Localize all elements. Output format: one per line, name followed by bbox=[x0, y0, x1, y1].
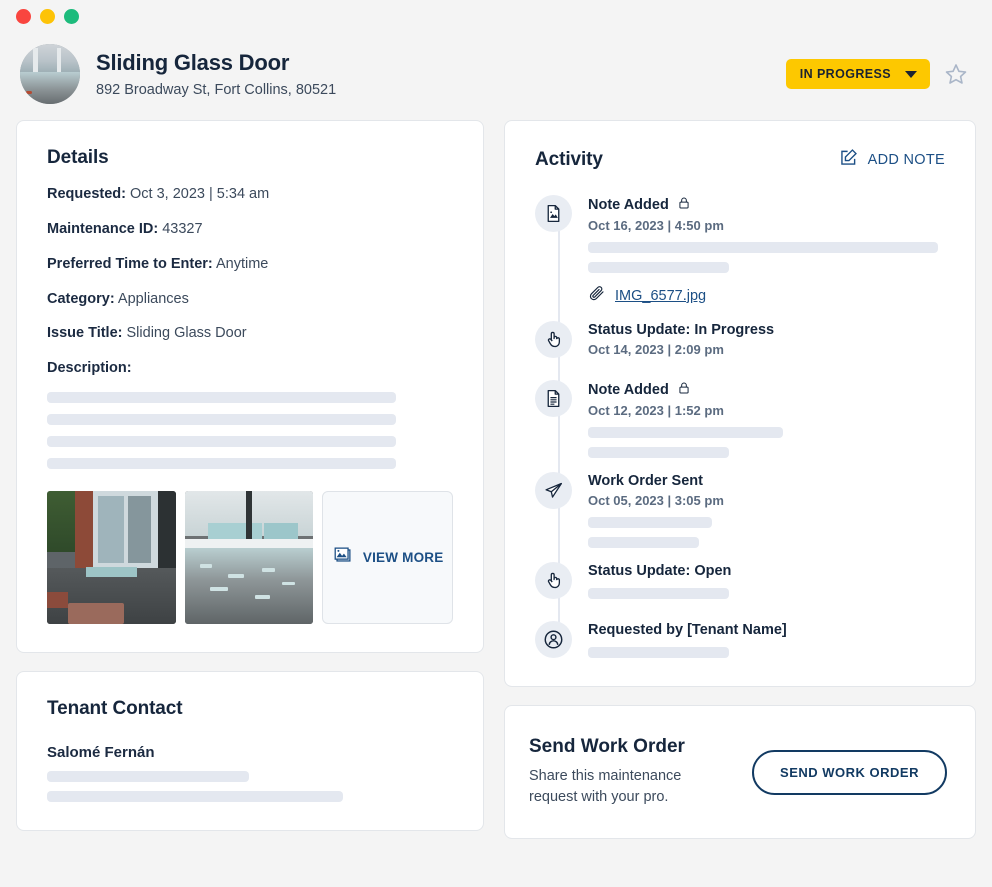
status-dropdown[interactable]: IN PROGRESS bbox=[786, 59, 930, 89]
details-heading: Details bbox=[47, 147, 453, 169]
main-content: Details Requested: Oct 3, 2023 | 5:34 am… bbox=[0, 120, 992, 839]
activity-item: Status Update: Open bbox=[535, 562, 945, 599]
activity-item-body: Requested by [Tenant Name] bbox=[588, 621, 945, 658]
activity-card: Activity ADD NOTE bbox=[504, 120, 976, 687]
details-card: Details Requested: Oct 3, 2023 | 5:34 am… bbox=[16, 120, 484, 653]
view-more-photos-button[interactable]: VIEW MORE bbox=[322, 491, 453, 624]
padlock-closed-icon bbox=[677, 381, 691, 399]
description-placeholder bbox=[47, 392, 453, 469]
activity-heading: Activity bbox=[535, 149, 603, 171]
document-lines-icon bbox=[535, 380, 572, 417]
photo-thumbnails: VIEW MORE bbox=[47, 491, 453, 624]
activity-item-placeholder bbox=[588, 242, 945, 273]
window-close-button[interactable] bbox=[16, 9, 31, 24]
activity-item-title: Status Update: In Progress bbox=[588, 322, 945, 338]
detail-value: Sliding Glass Door bbox=[127, 325, 247, 341]
header-actions: IN PROGRESS bbox=[786, 59, 968, 89]
images-stack-icon bbox=[332, 544, 354, 571]
detail-value: 43327 bbox=[162, 221, 202, 237]
detail-key: Preferred Time to Enter: bbox=[47, 256, 213, 272]
detail-row: Category: Appliances bbox=[47, 290, 453, 309]
description-label: Description: bbox=[47, 359, 453, 378]
activity-item-body: Status Update: In Progress Oct 14, 2023 … bbox=[588, 321, 945, 358]
detail-row: Maintenance ID: 43327 bbox=[47, 220, 453, 239]
activity-item-date: Oct 16, 2023 | 4:50 pm bbox=[588, 218, 945, 233]
activity-item: Note Added Oct 16, 2023 | 4:50 pm bbox=[535, 195, 945, 307]
activity-item-placeholder bbox=[588, 427, 945, 458]
activity-item-title: Work Order Sent bbox=[588, 473, 945, 489]
window-maximize-button[interactable] bbox=[64, 9, 79, 24]
detail-value: Appliances bbox=[118, 291, 189, 307]
send-work-order-text: Send Work Order Share this maintenance r… bbox=[529, 736, 732, 808]
detail-key: Issue Title: bbox=[47, 325, 122, 341]
activity-item-date: Oct 14, 2023 | 2:09 pm bbox=[588, 342, 945, 357]
detail-row: Issue Title: Sliding Glass Door bbox=[47, 324, 453, 343]
activity-item-title: Note Added bbox=[588, 196, 945, 214]
hand-click-icon bbox=[535, 321, 572, 358]
person-circle-icon bbox=[535, 621, 572, 658]
detail-key: Category: bbox=[47, 291, 115, 307]
tenant-contact-heading: Tenant Contact bbox=[47, 698, 453, 720]
page-header: Sliding Glass Door 892 Broadway St, Fort… bbox=[0, 32, 992, 120]
star-outline-icon[interactable] bbox=[944, 62, 968, 86]
detail-value: Oct 3, 2023 | 5:34 am bbox=[130, 186, 269, 202]
property-address: 892 Broadway St, Fort Collins, 80521 bbox=[96, 82, 770, 98]
property-thumbnail bbox=[20, 44, 80, 104]
right-column: Activity ADD NOTE bbox=[504, 120, 976, 839]
activity-item-body: Note Added Oct 16, 2023 | 4:50 pm bbox=[588, 195, 945, 307]
activity-item-placeholder bbox=[588, 517, 945, 548]
attachment-filename[interactable]: IMG_6577.jpg bbox=[615, 288, 706, 304]
window-minimize-button[interactable] bbox=[40, 9, 55, 24]
activity-item-body: Work Order Sent Oct 05, 2023 | 3:05 pm bbox=[588, 472, 945, 548]
send-work-order-title: Send Work Order bbox=[529, 736, 732, 758]
activity-header: Activity ADD NOTE bbox=[535, 147, 945, 173]
activity-item: Requested by [Tenant Name] bbox=[535, 621, 945, 658]
detail-row: Preferred Time to Enter: Anytime bbox=[47, 255, 453, 274]
header-title-block: Sliding Glass Door 892 Broadway St, Fort… bbox=[96, 50, 770, 98]
detail-row: Requested: Oct 3, 2023 | 5:34 am bbox=[47, 185, 453, 204]
activity-item-body: Note Added Oct 12, 2023 | 1:52 pm bbox=[588, 380, 945, 458]
send-work-order-card: Send Work Order Share this maintenance r… bbox=[504, 705, 976, 839]
activity-timeline: Note Added Oct 16, 2023 | 4:50 pm bbox=[535, 195, 945, 658]
paper-plane-icon bbox=[535, 472, 572, 509]
activity-item-title: Note Added bbox=[588, 381, 945, 399]
tenant-name: Salomé Fernán bbox=[47, 744, 453, 761]
activity-item: Note Added Oct 12, 2023 | 1:52 pm bbox=[535, 380, 945, 458]
activity-item-title: Status Update: Open bbox=[588, 563, 945, 579]
left-column: Details Requested: Oct 3, 2023 | 5:34 am… bbox=[16, 120, 484, 831]
activity-item-title: Requested by [Tenant Name] bbox=[588, 622, 945, 638]
activity-item-date: Oct 12, 2023 | 1:52 pm bbox=[588, 403, 945, 418]
activity-attachment[interactable]: IMG_6577.jpg bbox=[588, 284, 945, 307]
detail-value: Anytime bbox=[216, 256, 268, 272]
activity-item-body: Status Update: Open bbox=[588, 562, 945, 599]
tenant-placeholder bbox=[47, 771, 453, 802]
activity-item-placeholder bbox=[588, 647, 945, 658]
view-more-label: VIEW MORE bbox=[363, 550, 444, 565]
add-note-label: ADD NOTE bbox=[868, 152, 945, 168]
document-image-icon bbox=[535, 195, 572, 232]
send-work-order-button[interactable]: SEND WORK ORDER bbox=[752, 750, 947, 795]
tenant-contact-card: Tenant Contact Salomé Fernán bbox=[16, 671, 484, 831]
activity-item-date: Oct 05, 2023 | 3:05 pm bbox=[588, 493, 945, 508]
page-title: Sliding Glass Door bbox=[96, 50, 770, 76]
paperclip-icon bbox=[588, 284, 606, 307]
activity-item: Work Order Sent Oct 05, 2023 | 3:05 pm bbox=[535, 472, 945, 548]
photo-shattered-glass[interactable] bbox=[185, 491, 314, 624]
edit-square-pencil-icon bbox=[838, 147, 859, 173]
window-titlebar bbox=[0, 0, 992, 32]
detail-key: Requested: bbox=[47, 186, 126, 202]
activity-item-placeholder bbox=[588, 588, 945, 599]
photo-sliding-door-exterior[interactable] bbox=[47, 491, 176, 624]
chevron-down-icon bbox=[905, 71, 917, 78]
add-note-button[interactable]: ADD NOTE bbox=[838, 147, 945, 173]
padlock-closed-icon bbox=[677, 196, 691, 214]
detail-key: Maintenance ID: bbox=[47, 221, 158, 237]
hand-click-icon bbox=[535, 562, 572, 599]
status-badge-label: IN PROGRESS bbox=[800, 67, 891, 81]
send-work-order-description: Share this maintenance request with your… bbox=[529, 766, 732, 808]
activity-item: Status Update: In Progress Oct 14, 2023 … bbox=[535, 321, 945, 358]
